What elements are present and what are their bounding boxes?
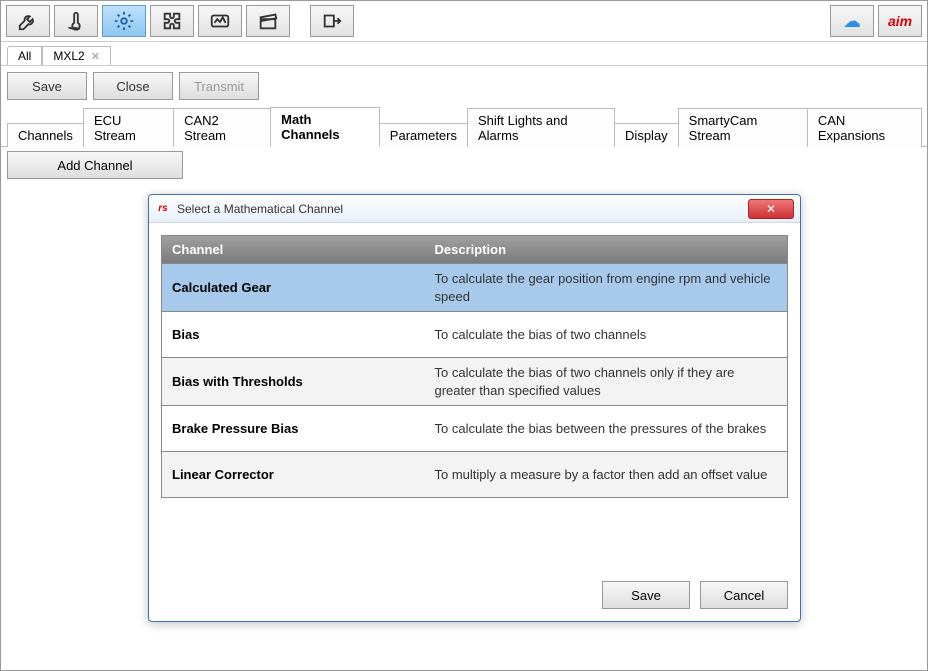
cell-desc: To calculate the bias between the pressu… (425, 414, 788, 444)
cell-desc: To calculate the gear position from engi… (425, 264, 788, 311)
app-window: ☁ aim All MXL2 ✕ Save Close Transmit Cha… (0, 0, 928, 671)
grid-row[interactable]: Calculated Gear To calculate the gear po… (162, 263, 787, 311)
add-channel-button[interactable]: Add Channel (7, 151, 183, 179)
toolbar-export-button[interactable] (310, 5, 354, 37)
cell-channel: Brake Pressure Bias (162, 415, 425, 442)
tab-display[interactable]: Display (614, 123, 679, 147)
cell-desc: To calculate the bias of two channels (425, 320, 788, 350)
cell-channel: Calculated Gear (162, 274, 425, 301)
toolbar-clapper-button[interactable] (246, 5, 290, 37)
math-channel-dialog: rs Select a Mathematical Channel ✕ Chann… (148, 194, 801, 622)
grid-row[interactable]: Linear Corrector To multiply a measure b… (162, 451, 787, 497)
tab-math-channels[interactable]: Math Channels (270, 107, 380, 147)
toolbar-puzzle-button[interactable] (150, 5, 194, 37)
panel-toolbar: Add Channel (1, 147, 927, 183)
grid-row[interactable]: Bias To calculate the bias of two channe… (162, 311, 787, 357)
dialog-titlebar: rs Select a Mathematical Channel ✕ (149, 195, 800, 223)
meter-icon (209, 10, 231, 32)
cell-desc: To calculate the bias of two channels on… (425, 358, 788, 405)
tab-shift-lights[interactable]: Shift Lights and Alarms (467, 108, 615, 147)
tab-parameters[interactable]: Parameters (379, 123, 468, 147)
app-icon: rs (155, 201, 171, 217)
tab-can2-stream[interactable]: CAN2 Stream (173, 108, 271, 147)
tab-channels[interactable]: Channels (7, 123, 84, 147)
wrench-icon (17, 10, 39, 32)
puzzle-icon (161, 10, 183, 32)
config-tabs: Channels ECU Stream CAN2 Stream Math Cha… (1, 106, 927, 147)
close-button[interactable]: Close (93, 72, 173, 100)
dialog-title: Select a Mathematical Channel (177, 202, 343, 216)
clapper-icon (257, 10, 279, 32)
document-tabs: All MXL2 ✕ (1, 42, 927, 66)
grid-row[interactable]: Bias with Thresholds To calculate the bi… (162, 357, 787, 405)
tab-smartycam[interactable]: SmartyCam Stream (678, 108, 808, 147)
toolbar-gear-run-button[interactable] (102, 5, 146, 37)
cloud-sync-icon: ☁ (843, 11, 861, 32)
cell-desc: To multiply a measure by a factor then a… (425, 460, 788, 490)
doc-tab-mxl2[interactable]: MXL2 ✕ (42, 46, 111, 65)
cell-channel: Linear Corrector (162, 461, 425, 488)
main-toolbar: ☁ aim (1, 1, 927, 42)
doc-tab-label: MXL2 (53, 49, 84, 63)
temperature-icon (65, 10, 87, 32)
col-header-description: Description (425, 236, 788, 263)
doc-tab-all[interactable]: All (7, 46, 42, 65)
tab-can-expansions[interactable]: CAN Expansions (807, 108, 922, 147)
dialog-footer: Save Cancel (149, 571, 800, 621)
dialog-save-button[interactable]: Save (602, 581, 690, 609)
tab-ecu-stream[interactable]: ECU Stream (83, 108, 174, 147)
dialog-close-button[interactable]: ✕ (748, 199, 794, 219)
grid-body: Calculated Gear To calculate the gear po… (162, 263, 787, 497)
close-icon[interactable]: ✕ (91, 50, 100, 63)
export-icon (321, 10, 343, 32)
action-bar: Save Close Transmit (1, 66, 927, 106)
close-icon: ✕ (766, 202, 776, 216)
toolbar-temperature-button[interactable] (54, 5, 98, 37)
toolbar-meter-button[interactable] (198, 5, 242, 37)
aim-logo-button[interactable]: aim (878, 5, 922, 37)
doc-tab-all-label: All (18, 49, 31, 63)
toolbar-config-button[interactable] (6, 5, 50, 37)
dialog-cancel-button[interactable]: Cancel (700, 581, 788, 609)
aim-logo-icon: aim (888, 13, 912, 29)
dialog-body: Channel Description Calculated Gear To c… (149, 223, 800, 571)
channel-grid: Channel Description Calculated Gear To c… (161, 235, 788, 498)
transmit-button: Transmit (179, 72, 259, 100)
cell-channel: Bias with Thresholds (162, 368, 425, 395)
cell-channel: Bias (162, 321, 425, 348)
gear-run-icon (113, 10, 135, 32)
cloud-sync-button[interactable]: ☁ (830, 5, 874, 37)
col-header-channel: Channel (162, 236, 425, 263)
grid-row[interactable]: Brake Pressure Bias To calculate the bia… (162, 405, 787, 451)
save-button[interactable]: Save (7, 72, 87, 100)
grid-header: Channel Description (162, 236, 787, 263)
